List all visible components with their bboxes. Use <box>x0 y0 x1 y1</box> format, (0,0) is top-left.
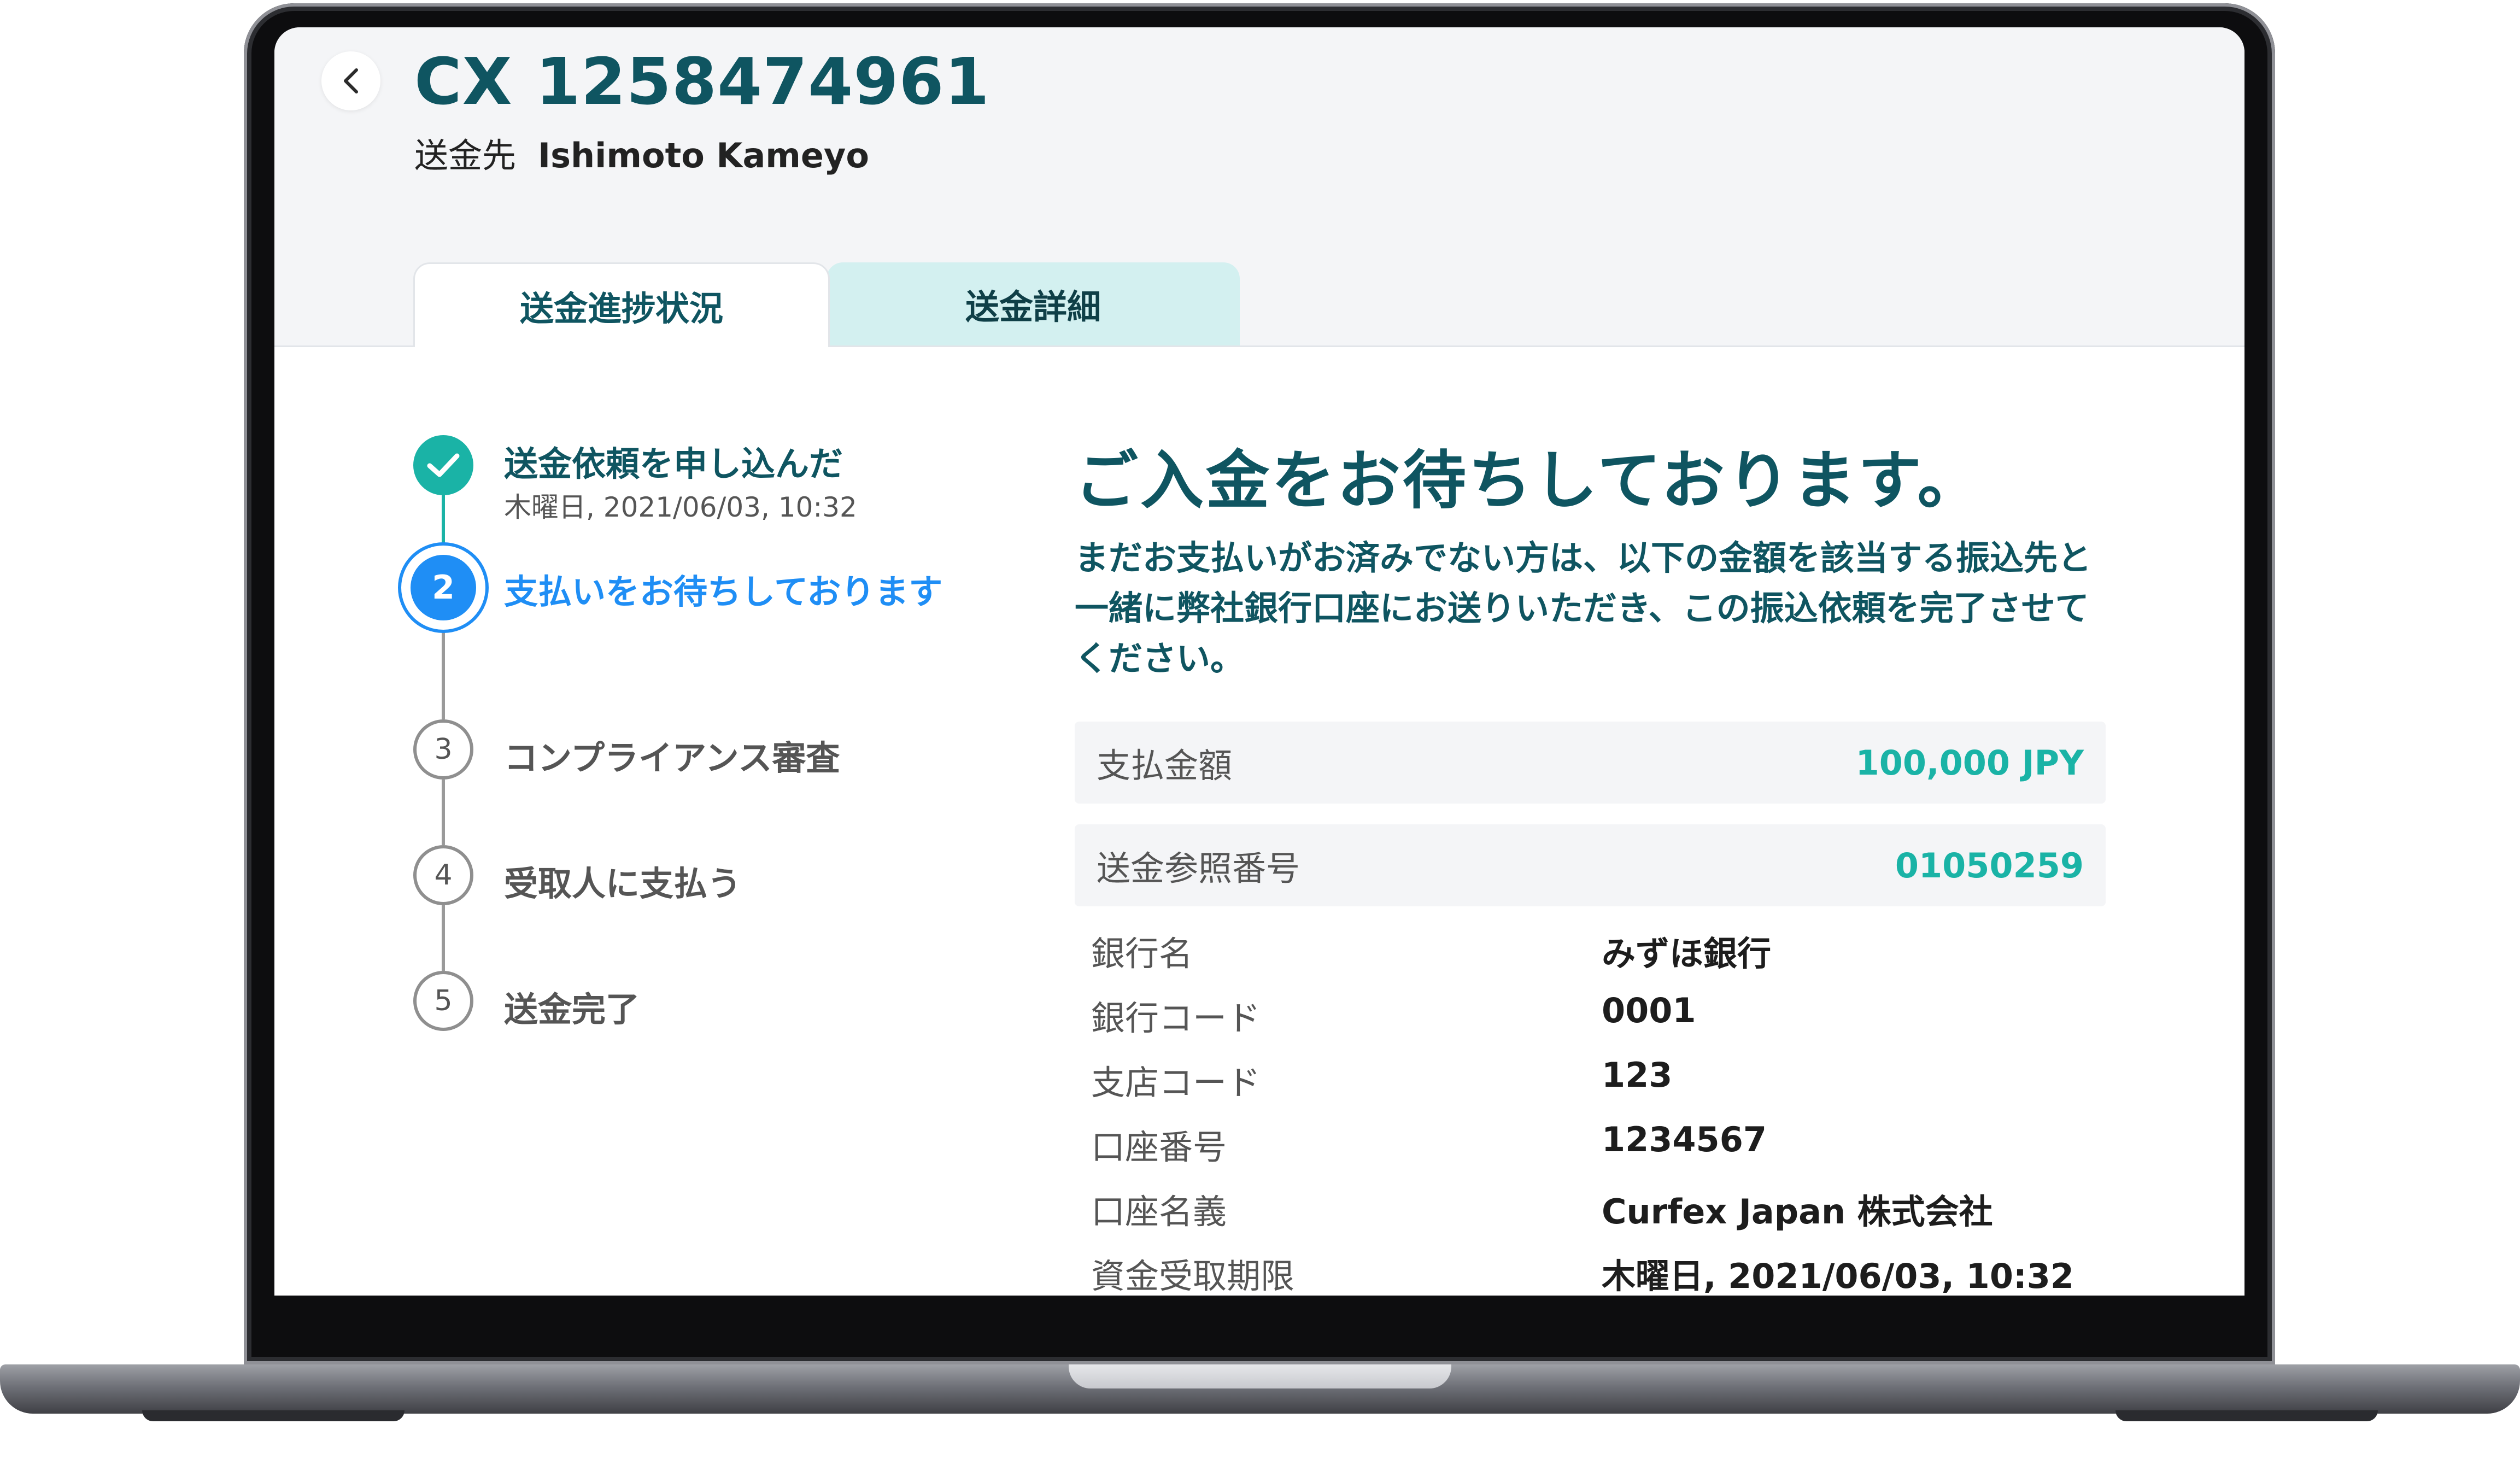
account-number-value: 1234567 <box>1602 1120 1767 1159</box>
payment-heading: ご入金をお待ちしております。 <box>1075 444 1983 518</box>
account-holder-label: 口座名義 <box>1091 1192 1227 1232</box>
recipient-row: 送金先 Ishimoto Kameyo <box>414 128 869 177</box>
step-3-label: コンプライアンス審査 <box>504 738 840 778</box>
laptop-notch <box>1069 1364 1451 1388</box>
reference-number-value: 01050259 <box>1895 845 2084 886</box>
step-5-label: 送金完了 <box>504 989 640 1029</box>
deadline-label: 資金受取期限 <box>1091 1256 1295 1296</box>
reference-number-row: 送金参照番号 01050259 <box>1075 824 2106 906</box>
payment-amount-label: 支払金額 <box>1097 746 1233 786</box>
step-1-marker <box>413 435 473 495</box>
reference-number-label: 送金参照番号 <box>1097 848 1300 888</box>
laptop-foot-left <box>142 1410 405 1421</box>
step-4-label: 受取人に支払う <box>504 864 742 904</box>
app-screen: CX 1258474961 送金先 Ishimoto Kameyo 送金進捗状況 … <box>274 27 2244 1296</box>
account-number-label: 口座番号 <box>1091 1127 1227 1167</box>
page-header: CX 1258474961 送金先 Ishimoto Kameyo 送金進捗状況 … <box>274 27 2244 347</box>
step-4-marker: 4 <box>413 845 473 905</box>
tab-progress[interactable]: 送金進捗状況 <box>413 262 830 347</box>
check-icon <box>427 453 460 477</box>
payment-amount-row: 支払金額 100,000 JPY <box>1075 722 2106 804</box>
branch-code-value: 123 <box>1602 1055 1673 1095</box>
bank-code-value: 0001 <box>1602 991 1696 1030</box>
step-connector <box>442 780 445 845</box>
step-2-label: 支払いをお待ちしております <box>504 572 943 612</box>
step-5-marker: 5 <box>413 971 473 1031</box>
laptop-foot-right <box>2115 1410 2378 1421</box>
payment-instructions: まだお支払いがお済みでない方は、以下の金額を該当する振込先と一緒に弊社銀行口座に… <box>1075 538 2092 678</box>
step-2-number: 2 <box>411 555 476 620</box>
bank-name-value: みずほ銀行 <box>1602 934 1772 974</box>
step-connector <box>442 631 445 719</box>
step-3-marker: 3 <box>413 719 473 780</box>
bank-code-label: 銀行コード <box>1091 998 1261 1038</box>
branch-code-label: 支店コード <box>1091 1063 1261 1103</box>
transaction-id: CX 1258474961 <box>414 44 990 119</box>
recipient-label: 送金先 <box>414 136 517 175</box>
step-connector <box>442 905 445 971</box>
back-button[interactable] <box>321 51 380 110</box>
bank-name-label: 銀行名 <box>1091 934 1193 974</box>
step-1-date: 木曜日, 2021/06/03, 10:32 <box>504 491 857 523</box>
step-1-label: 送金依頼を申し込んだ <box>504 444 843 484</box>
chevron-left-icon <box>344 68 358 93</box>
account-holder-value: Curfex Japan 株式会社 <box>1602 1192 1993 1232</box>
tab-details[interactable]: 送金詳細 <box>827 262 1240 345</box>
recipient-name: Ishimoto Kameyo <box>538 136 869 175</box>
deadline-value: 木曜日, 2021/06/03, 10:32 <box>1602 1256 2074 1296</box>
payment-amount-value: 100,000 JPY <box>1855 742 2084 783</box>
step-2-marker: 2 <box>398 542 489 633</box>
